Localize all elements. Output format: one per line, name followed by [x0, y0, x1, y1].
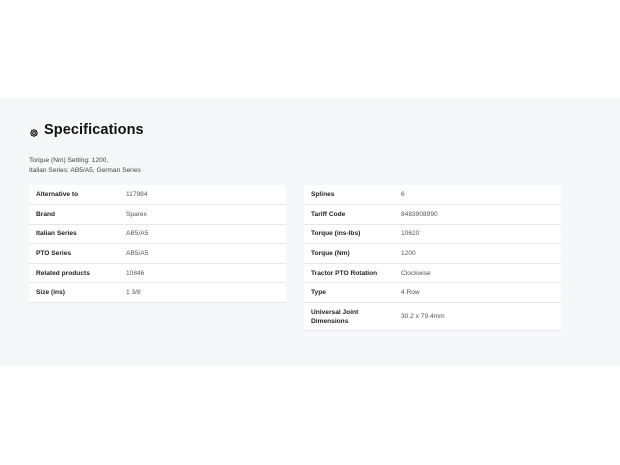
- spec-label: Size (ins): [29, 282, 119, 304]
- intro-line-torque: Torque (Nm) Setting: 1200,: [29, 157, 109, 164]
- table-row: Splines 6: [304, 185, 561, 206]
- table-row: Type 4 Row: [304, 282, 561, 304]
- specifications-heading: Specifications: [29, 120, 144, 140]
- spec-value: 117984: [119, 185, 286, 206]
- table-row: PTO Series AB5/A5: [29, 243, 286, 264]
- spec-value: 1 3/8: [119, 282, 286, 304]
- spec-label: Tariff Code: [304, 204, 394, 225]
- table-row: Size (ins) 1 3/8: [29, 282, 286, 304]
- spec-table-right: Splines 6 Tariff Code 8483908990 Torque …: [304, 185, 561, 332]
- table-row: Torque (Nm) 1200: [304, 243, 561, 264]
- page-title: Specifications: [44, 122, 144, 138]
- table-row: Torque (ins-lbs) 10620: [304, 224, 561, 245]
- spec-value: Sparex: [119, 204, 286, 225]
- spec-label: Related products: [29, 263, 119, 284]
- table-row: Related products 10846: [29, 263, 286, 284]
- spec-value: 1200: [394, 243, 561, 264]
- intro-line-series: Italian Series: AB5/A5, German Series: [29, 167, 141, 174]
- spec-label: Brand: [29, 204, 119, 225]
- spec-label: Alternative to: [29, 185, 119, 206]
- table-row: Alternative to 117984: [29, 185, 286, 206]
- spec-label: Italian Series: [29, 224, 119, 245]
- table-row: Italian Series AB5/A5: [29, 224, 286, 245]
- spec-label: PTO Series: [29, 243, 119, 264]
- gear-icon: [29, 125, 39, 137]
- spec-value: AB5/A5: [119, 243, 286, 264]
- table-row: Universal Joint Dimensions 30.2 x 79.4mm: [304, 302, 561, 332]
- spec-value: 10846: [119, 263, 286, 284]
- table-row: Tractor PTO Rotation Clockwise: [304, 263, 561, 284]
- spec-table-left: Alternative to 117984 Brand Sparex Itali…: [29, 185, 286, 304]
- spec-value: 4 Row: [394, 282, 561, 304]
- spec-value: 10620: [394, 224, 561, 245]
- spec-value: 6: [394, 185, 561, 206]
- spec-label: Splines: [304, 185, 394, 206]
- spec-value: 8483908990: [394, 204, 561, 225]
- table-row: Tariff Code 8483908990: [304, 204, 561, 225]
- spec-label: Type: [304, 282, 394, 304]
- spec-value: Clockwise: [394, 263, 561, 284]
- spec-label: Tractor PTO Rotation: [304, 263, 394, 284]
- spec-label: Universal Joint Dimensions: [304, 302, 394, 332]
- spec-label: Torque (ins-lbs): [304, 224, 394, 245]
- table-row: Brand Sparex: [29, 204, 286, 225]
- spec-value: 30.2 x 79.4mm: [394, 302, 561, 332]
- specifications-intro: Torque (Nm) Setting: 1200, Italian Serie…: [29, 156, 141, 176]
- spec-value: AB5/A5: [119, 224, 286, 245]
- spec-label: Torque (Nm): [304, 243, 394, 264]
